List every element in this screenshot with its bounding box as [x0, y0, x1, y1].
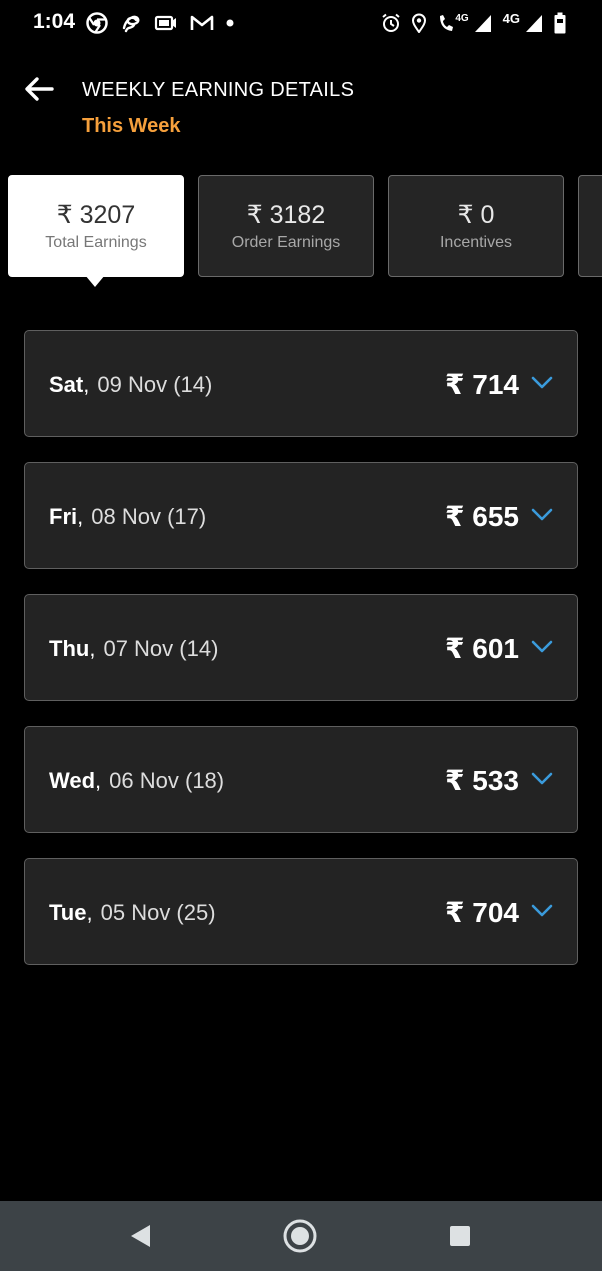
volte-call-icon: 4G: [437, 11, 469, 35]
day-date: 08 Nov (17): [91, 504, 207, 529]
back-triangle-icon: [131, 1225, 150, 1247]
network-label-4g: 4G: [502, 10, 520, 26]
day-amount: ₹ 655: [445, 501, 519, 532]
page-title: WEEKLY EARNING DETAILS: [82, 79, 355, 101]
period-selector[interactable]: This Week: [82, 115, 181, 138]
day-name: Wed: [49, 768, 96, 793]
day-date: 07 Nov (14): [103, 636, 219, 661]
dot-icon: [226, 11, 234, 35]
chevron-down-icon[interactable]: [531, 904, 553, 918]
day-name: Tue: [49, 900, 87, 925]
nav-home-button[interactable]: [282, 1218, 318, 1254]
signal-icon-2: [524, 11, 544, 35]
location-icon: [411, 11, 427, 35]
chrome-icon: [86, 11, 108, 35]
nav-recents-button[interactable]: [442, 1218, 478, 1254]
day-name: Fri: [49, 504, 78, 529]
home-circle-icon: [283, 1219, 317, 1253]
day-amount: ₹ 601: [445, 633, 519, 664]
more-card-partial[interactable]: [578, 175, 602, 277]
recents-square-icon: [450, 1226, 470, 1246]
card-value: ₹ 0: [457, 201, 495, 229]
chevron-down-icon[interactable]: [531, 376, 553, 390]
airtel-icon: [120, 11, 142, 35]
signal-icon: [473, 11, 493, 35]
card-value: ₹ 3182: [246, 201, 326, 229]
system-icons: 4G 4G: [381, 11, 566, 35]
day-date: 09 Nov (14): [97, 372, 213, 397]
day-name: Sat: [49, 372, 84, 397]
day-row-fri[interactable]: Fri, 08 Nov (17) ₹ 655: [24, 462, 578, 569]
network-label: 4G: [455, 12, 469, 24]
day-date: 06 Nov (18): [109, 768, 225, 793]
day-row-thu[interactable]: Thu, 07 Nov (14) ₹ 601: [24, 594, 578, 701]
day-row-wed[interactable]: Wed, 06 Nov (18) ₹ 533: [24, 726, 578, 833]
daily-earnings-list: Sat, 09 Nov (14) ₹ 714 Fri, 08 Nov (17) ₹ …: [24, 330, 578, 990]
day-amount: ₹ 533: [445, 765, 519, 796]
day-info: Sat, 09 Nov (14): [49, 372, 212, 398]
order-earnings-card[interactable]: ₹ 3182 Order Earnings: [198, 175, 374, 277]
day-info: Wed, 06 Nov (18): [49, 768, 224, 794]
selected-card-pointer: [85, 275, 105, 287]
day-row-sat[interactable]: Sat, 09 Nov (14) ₹ 714: [24, 330, 578, 437]
day-amount: ₹ 714: [445, 369, 519, 400]
page-header: WEEKLY EARNING DETAILS This Week: [0, 60, 602, 150]
alarm-icon: [381, 11, 401, 35]
card-label: Order Earnings: [231, 234, 341, 251]
total-earnings-card[interactable]: ₹ 3207 Total Earnings: [8, 175, 184, 277]
back-arrow-icon: [25, 77, 54, 101]
gmail-icon: [190, 11, 214, 35]
day-separator: ,: [86, 900, 93, 925]
network-type: 4G: [503, 11, 520, 35]
battery-icon: [554, 11, 566, 35]
system-nav-bar: [0, 1201, 602, 1271]
back-button[interactable]: [20, 72, 58, 106]
chevron-down-icon[interactable]: [531, 772, 553, 786]
chevron-down-icon[interactable]: [531, 640, 553, 654]
day-date: 05 Nov (25): [100, 900, 216, 925]
status-time: 1:04: [33, 10, 76, 33]
day-name: Thu: [49, 636, 90, 661]
notification-icons: [86, 11, 234, 35]
nav-back-button[interactable]: [122, 1218, 158, 1254]
day-info: Tue, 05 Nov (25): [49, 900, 216, 926]
day-separator: ,: [83, 372, 90, 397]
day-separator: ,: [89, 636, 96, 661]
day-separator: ,: [95, 768, 102, 793]
chevron-down-icon[interactable]: [531, 508, 553, 522]
video-icon: [154, 11, 178, 35]
summary-cards: ₹ 3207 Total Earnings ₹ 3182 Order Earni…: [0, 175, 602, 295]
card-label: Total Earnings: [45, 234, 147, 251]
card-label: Incentives: [439, 234, 513, 251]
day-amount: ₹ 704: [445, 897, 519, 928]
incentives-card[interactable]: ₹ 0 Incentives: [388, 175, 564, 277]
status-bar: 1:04 4G 4G: [0, 0, 602, 46]
day-row-tue[interactable]: Tue, 05 Nov (25) ₹ 704: [24, 858, 578, 965]
day-info: Thu, 07 Nov (14): [49, 636, 218, 662]
card-value: ₹ 3207: [56, 201, 136, 229]
day-separator: ,: [77, 504, 84, 529]
day-info: Fri, 08 Nov (17): [49, 504, 206, 530]
